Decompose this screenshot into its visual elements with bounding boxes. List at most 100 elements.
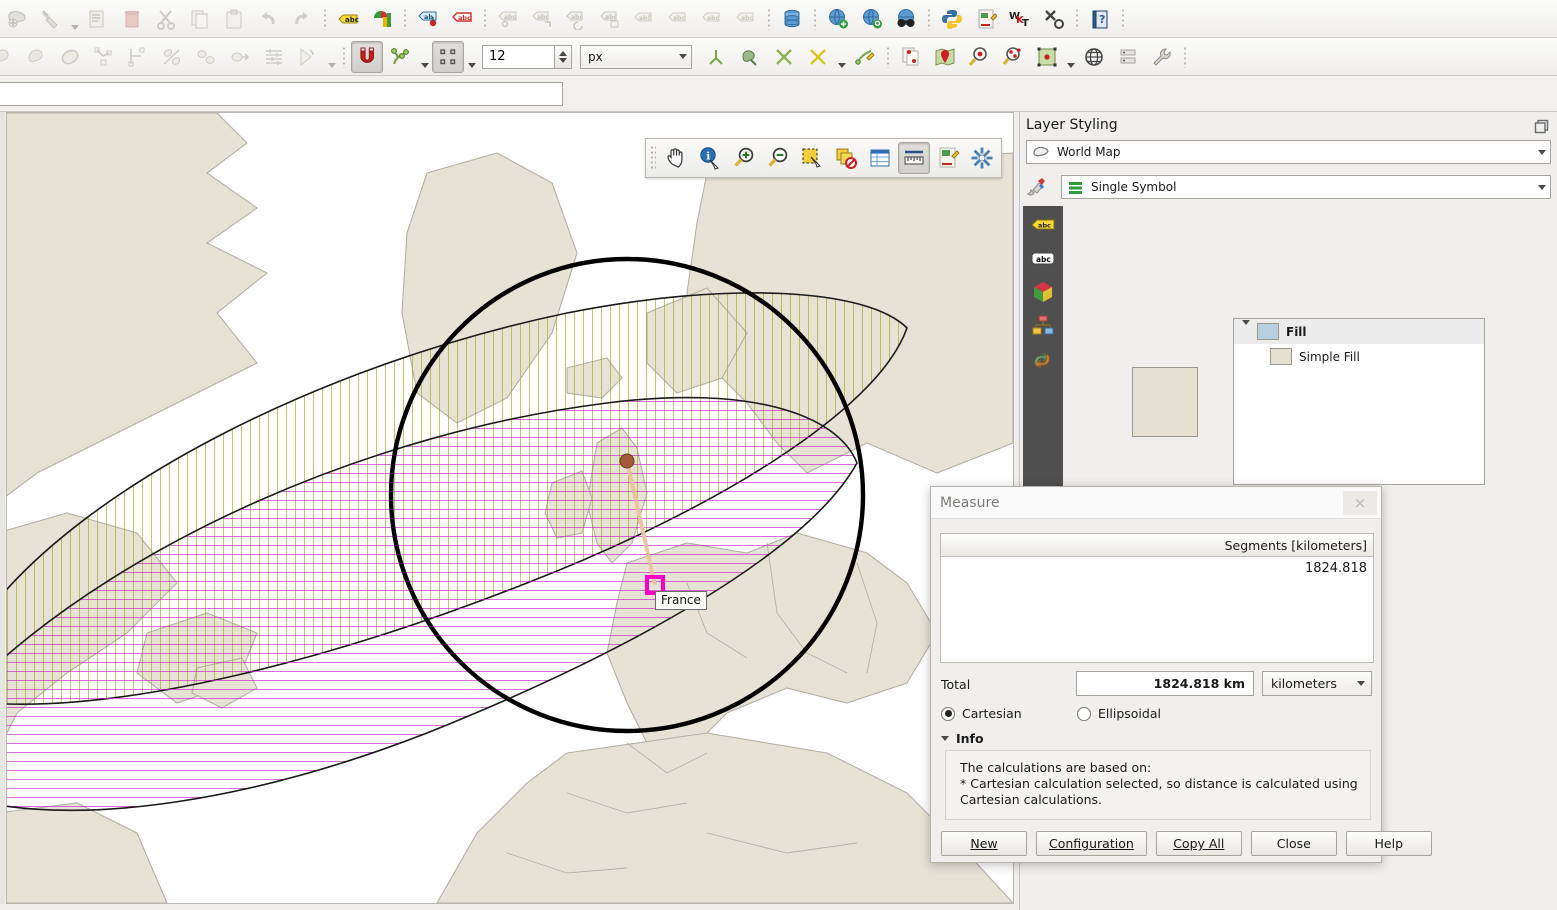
select-area-dropdown[interactable] — [1064, 41, 1077, 73]
intersection-snapping-icon[interactable] — [768, 41, 800, 73]
add-ring-icon[interactable] — [54, 41, 86, 73]
topological-editing-icon[interactable] — [700, 41, 732, 73]
rotate-feature-icon[interactable] — [292, 41, 324, 73]
renderer-combo[interactable]: Single Symbol — [1061, 175, 1551, 199]
diagrams-tab[interactable] — [1023, 310, 1063, 342]
edit-attributes-icon[interactable] — [82, 3, 114, 35]
info-section-header[interactable]: Info — [941, 731, 984, 746]
symbol-layer-tree[interactable]: Fill Simple Fill — [1233, 318, 1485, 485]
deselect-features-tool[interactable] — [830, 142, 862, 174]
undo-icon[interactable] — [252, 3, 284, 35]
layer-selector-combo[interactable]: World Map — [1026, 140, 1551, 164]
zoom-points-icon[interactable] — [997, 41, 1029, 73]
wkt-icon[interactable]: WKT — [1004, 3, 1036, 35]
change-label-alt-icon[interactable]: abc — [696, 3, 728, 35]
masks-tab[interactable]: abc — [1023, 242, 1063, 274]
snapping-mode-icon[interactable] — [385, 41, 417, 73]
self-snapping-icon[interactable] — [802, 41, 834, 73]
tree-row-simple-fill[interactable]: Simple Fill — [1234, 344, 1484, 369]
collapse-chevron-icon[interactable] — [941, 736, 949, 741]
delete-selected-icon[interactable] — [116, 3, 148, 35]
binoculars-icon[interactable] — [890, 3, 922, 35]
avoid-overlap-icon[interactable] — [734, 41, 766, 73]
copy-features-icon[interactable] — [184, 3, 216, 35]
cut-features-icon[interactable] — [150, 3, 182, 35]
close-button[interactable]: Close — [1250, 831, 1337, 856]
zoom-to-point-icon[interactable] — [963, 41, 995, 73]
redo-icon[interactable] — [286, 3, 318, 35]
vertex-tool-icon[interactable] — [88, 41, 120, 73]
digitize-shape-icon[interactable] — [0, 41, 18, 73]
segments-table-row[interactable]: 1824.818 — [941, 557, 1373, 579]
show-hide-labels-icon[interactable]: abc — [594, 3, 626, 35]
snapping-tolerance-input[interactable]: 12 — [482, 44, 554, 69]
save-layer-edits-dropdown[interactable] — [68, 3, 81, 35]
plugin-tools-icon[interactable] — [1038, 3, 1070, 35]
close-icon[interactable]: × — [1343, 491, 1377, 515]
toggle-editing-icon[interactable] — [1, 3, 33, 35]
map-settings-tool[interactable] — [966, 142, 998, 174]
identify-features-tool[interactable]: i — [694, 142, 726, 174]
snapping-type-dropdown[interactable] — [465, 41, 478, 73]
new-button[interactable]: New — [941, 831, 1027, 856]
diagram-toolbar-icon[interactable] — [366, 3, 398, 35]
configuration-button[interactable]: Configuration — [1036, 831, 1147, 856]
move-label-icon[interactable]: abc — [492, 3, 524, 35]
rotate-feature-dropdown[interactable] — [325, 41, 338, 73]
ellipsoidal-radio[interactable]: Ellipsoidal — [1077, 706, 1161, 721]
self-snapping-dropdown[interactable] — [835, 41, 848, 73]
database-icon[interactable] — [776, 3, 808, 35]
filter-input[interactable] — [0, 82, 563, 106]
snapping-tolerance-spin-buttons[interactable] — [554, 44, 572, 69]
add-polygon-feature-icon[interactable] — [20, 41, 52, 73]
snapping-units-combo[interactable]: px — [580, 44, 692, 69]
merge-features-icon[interactable] — [224, 41, 256, 73]
select-features-tool[interactable] — [796, 142, 828, 174]
label-properties-icon[interactable]: abc — [730, 3, 762, 35]
globe-icon[interactable] — [1078, 41, 1110, 73]
zoom-in-tool[interactable] — [728, 142, 760, 174]
pan-map-tool[interactable] — [660, 142, 692, 174]
total-units-combo[interactable]: kilometers — [1262, 671, 1372, 696]
help-icon[interactable]: ? — [1084, 3, 1116, 35]
new-map-note-tool[interactable] — [932, 142, 964, 174]
offset-curve-icon[interactable] — [895, 41, 927, 73]
actions-tab[interactable] — [1023, 344, 1063, 376]
save-layer-edits-icon[interactable] — [35, 3, 67, 35]
server-icon[interactable] — [1112, 41, 1144, 73]
ellipsoidal-radio-button[interactable] — [1077, 706, 1091, 721]
cartesian-radio-button[interactable] — [941, 706, 955, 721]
cartesian-radio[interactable]: Cartesian — [941, 706, 1022, 721]
paste-features-icon[interactable] — [218, 3, 250, 35]
map-canvas[interactable]: France — [6, 112, 1014, 904]
float-dock-icon[interactable] — [1534, 119, 1549, 134]
zoom-out-tool[interactable] — [762, 142, 794, 174]
metasearch-icon[interactable] — [856, 3, 888, 35]
split-parts-icon[interactable] — [190, 41, 222, 73]
split-features-icon[interactable] — [156, 41, 188, 73]
label-toolbar-icon[interactable]: abc — [332, 3, 364, 35]
highlight-labels-icon[interactable]: abc — [446, 3, 478, 35]
add-wms-layer-icon[interactable] — [822, 3, 854, 35]
copy-all-button[interactable]: Copy All — [1155, 831, 1242, 856]
multi-edit-icon[interactable] — [258, 41, 290, 73]
edit-script-icon[interactable] — [970, 3, 1002, 35]
python-console-icon[interactable] — [936, 3, 968, 35]
expand-chevron-icon[interactable] — [1242, 319, 1250, 339]
rotate-label-icon[interactable]: abc — [526, 3, 558, 35]
select-area-icon[interactable] — [1031, 41, 1063, 73]
snapping-magnet-icon[interactable] — [351, 40, 383, 73]
move-label-alt-icon[interactable]: abc — [628, 3, 660, 35]
options-wrench-icon[interactable] — [1146, 41, 1178, 73]
spin-down-icon[interactable] — [559, 57, 567, 63]
reshape-features-icon[interactable] — [122, 41, 154, 73]
help-button[interactable]: Help — [1345, 831, 1432, 856]
rotate-label-alt-icon[interactable]: abc — [662, 3, 694, 35]
snapping-tolerance-stepper[interactable]: 12 — [482, 44, 572, 69]
3d-view-tab[interactable] — [1023, 276, 1063, 308]
snapping-mode-dropdown[interactable] — [418, 41, 431, 73]
measure-line-tool[interactable] — [898, 142, 930, 174]
toolbar-grip[interactable] — [650, 145, 656, 171]
pin-labels-icon[interactable]: ab — [412, 3, 444, 35]
open-attribute-table-tool[interactable] — [864, 142, 896, 174]
